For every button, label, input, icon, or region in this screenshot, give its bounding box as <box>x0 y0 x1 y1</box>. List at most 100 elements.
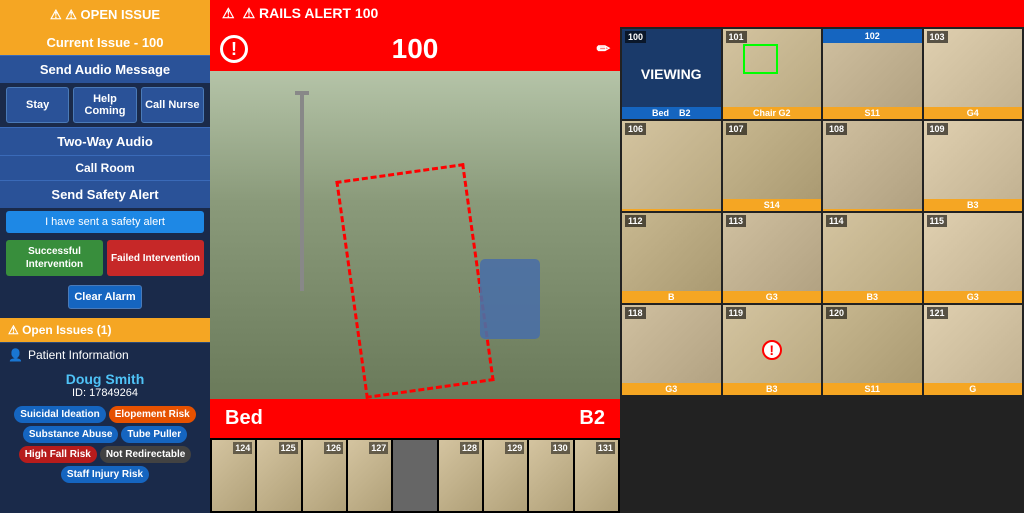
grid-cell-109[interactable]: 109 B3 <box>924 121 1023 211</box>
patient-name: Doug Smith <box>0 367 210 387</box>
grid-cell-119[interactable]: 119 ! B3 <box>723 305 822 395</box>
cam-109-number: 109 <box>927 123 948 135</box>
bottom-cam-127-label: 127 <box>369 442 388 454</box>
cam-103-label: G4 <box>924 107 1023 119</box>
camera-background <box>210 71 620 399</box>
successful-intervention-button[interactable]: Successful Intervention <box>6 240 103 276</box>
rails-alert-bar: ⚠ ⚠ RAILS ALERT 100 <box>210 0 1024 27</box>
bottom-cam-126-label: 126 <box>324 442 343 454</box>
bottom-cam-131-label: 131 <box>596 442 615 454</box>
cam-120-label: S11 <box>823 383 922 395</box>
call-room-button[interactable]: Call Room <box>0 155 210 180</box>
cam-100-label: Bed B2 <box>622 107 721 119</box>
grid-row-1: 100 VIEWING Bed B2 101 Chair G2 102 S11 <box>622 29 1022 119</box>
clear-alarm-button[interactable]: Clear Alarm <box>68 285 141 309</box>
patient-id: ID: 17849264 <box>0 387 210 403</box>
bottom-cam-127[interactable]: 127 <box>348 440 391 511</box>
grid-cell-118[interactable]: 118 G3 <box>622 305 721 395</box>
grid-cell-121[interactable]: 121 G <box>924 305 1023 395</box>
cam-101-label: Chair G2 <box>723 107 822 119</box>
tag-high-fall-risk: High Fall Risk <box>19 446 97 463</box>
bed-detection-box <box>335 163 494 399</box>
two-way-audio-label: Two-Way Audio <box>0 127 210 155</box>
send-safety-alert-button[interactable]: Send Safety Alert <box>0 180 210 208</box>
alert-circle-icon: ! <box>220 35 248 63</box>
grid-cell-107[interactable]: 107 S14 <box>723 121 822 211</box>
person-figure <box>480 259 540 339</box>
help-coming-button[interactable]: Help Coming <box>73 87 136 123</box>
tag-staff-injury-risk: Staff Injury Risk <box>61 466 149 483</box>
cam-115-number: 115 <box>927 215 948 227</box>
bottom-cam-130-label: 130 <box>551 442 570 454</box>
grid-cell-114[interactable]: 114 B3 <box>823 213 922 303</box>
tag-tube-puller: Tube Puller <box>121 426 187 443</box>
current-issue-bar: Current Issue - 100 <box>0 30 210 55</box>
bottom-cam-128-label: 128 <box>460 442 479 454</box>
cam-102-blue-header: 102 <box>823 29 922 43</box>
left-panel: ⚠ ⚠ OPEN ISSUE Current Issue - 100 Send … <box>0 0 210 513</box>
cam-120-number: 120 <box>826 307 847 319</box>
cam-113-label: G3 <box>723 291 822 303</box>
bottom-cam-125[interactable]: 125 <box>257 440 300 511</box>
bottom-cam-131[interactable]: 131 <box>575 440 618 511</box>
cam-114-label: B3 <box>823 291 922 303</box>
call-nurse-button[interactable]: Call Nurse <box>141 87 204 123</box>
cam-100-number: 100 <box>625 31 646 43</box>
quick-action-buttons: Stay Help Coming Call Nurse <box>0 83 210 127</box>
bottom-cam-124[interactable]: 124 <box>212 440 255 511</box>
cam-112-label: B <box>622 291 721 303</box>
viewing-label: VIEWING <box>641 66 702 82</box>
grid-cell-103[interactable]: 103 G4 <box>924 29 1023 119</box>
cam-108-number: 108 <box>826 123 847 135</box>
grid-cell-112[interactable]: 112 B <box>622 213 721 303</box>
cam-107-number: 107 <box>726 123 747 135</box>
camera-view <box>210 71 620 399</box>
camera-footer: Bed B2 <box>210 399 620 438</box>
patient-tags: Suicidal Ideation Elopement Risk Substan… <box>0 403 210 486</box>
cam-112-number: 112 <box>625 215 646 227</box>
grid-cell-101[interactable]: 101 Chair G2 <box>723 29 822 119</box>
alert-icon: ⚠ <box>222 5 235 22</box>
cam-101-number: 101 <box>726 31 747 43</box>
tag-substance-abuse: Substance Abuse <box>23 426 119 443</box>
camera-header: ! 100 ✏ <box>210 27 620 71</box>
warning-icon: ⚠ <box>50 7 62 22</box>
pencil-icon[interactable]: ✏ <box>597 39 610 59</box>
cam-102-label: S11 <box>823 107 922 119</box>
failed-intervention-button[interactable]: Failed Intervention <box>107 240 204 276</box>
grid-cell-102[interactable]: 102 S11 <box>823 29 922 119</box>
grid-cell-100[interactable]: 100 VIEWING Bed B2 <box>622 29 721 119</box>
grid-cell-108[interactable]: 108 <box>823 121 922 211</box>
grid-row-3: 112 B 113 G3 114 B3 115 G3 <box>622 213 1022 303</box>
bottom-cam-129[interactable]: 129 <box>484 440 527 511</box>
grid-cell-120[interactable]: 120 S11 <box>823 305 922 395</box>
bottom-cam-130[interactable]: 130 <box>529 440 572 511</box>
person-icon: 👤 <box>8 348 23 362</box>
grid-cell-115[interactable]: 115 G3 <box>924 213 1023 303</box>
cam-108-label <box>823 209 922 211</box>
grid-cell-106[interactable]: 106 <box>622 121 721 211</box>
send-audio-message-button[interactable]: Send Audio Message <box>0 55 210 83</box>
content-area: ! 100 ✏ Bed B2 <box>210 27 1024 513</box>
tag-elopement-risk: Elopement Risk <box>109 406 196 423</box>
stay-button[interactable]: Stay <box>6 87 69 123</box>
bottom-cam-129-label: 129 <box>505 442 524 454</box>
bottom-cam-126[interactable]: 126 <box>303 440 346 511</box>
bottom-cam-124-label: 124 <box>233 442 252 454</box>
open-issues-bar: ⚠ Open Issues (1) <box>0 318 210 342</box>
camera-bed-label: Bed <box>225 407 263 430</box>
cam-118-number: 118 <box>625 307 646 319</box>
cam-115-label: G3 <box>924 291 1023 303</box>
bottom-camera-strip: 124 125 126 127 128 <box>210 438 620 513</box>
cam-118-label: G3 <box>622 383 721 395</box>
cam-121-number: 121 <box>927 307 948 319</box>
cam-114-number: 114 <box>826 215 847 227</box>
open-issue-button[interactable]: ⚠ ⚠ OPEN ISSUE <box>0 0 210 30</box>
bottom-cam-128[interactable]: 128 <box>439 440 482 511</box>
bottom-cam-125-label: 125 <box>279 442 298 454</box>
grid-cell-113[interactable]: 113 G3 <box>723 213 822 303</box>
cam-113-number: 113 <box>726 215 747 227</box>
cam-106-number: 106 <box>625 123 646 135</box>
main-content: ⚠ ⚠ RAILS ALERT 100 ! 100 ✏ <box>210 0 1024 513</box>
tag-not-redirectable: Not Redirectable <box>100 446 191 463</box>
